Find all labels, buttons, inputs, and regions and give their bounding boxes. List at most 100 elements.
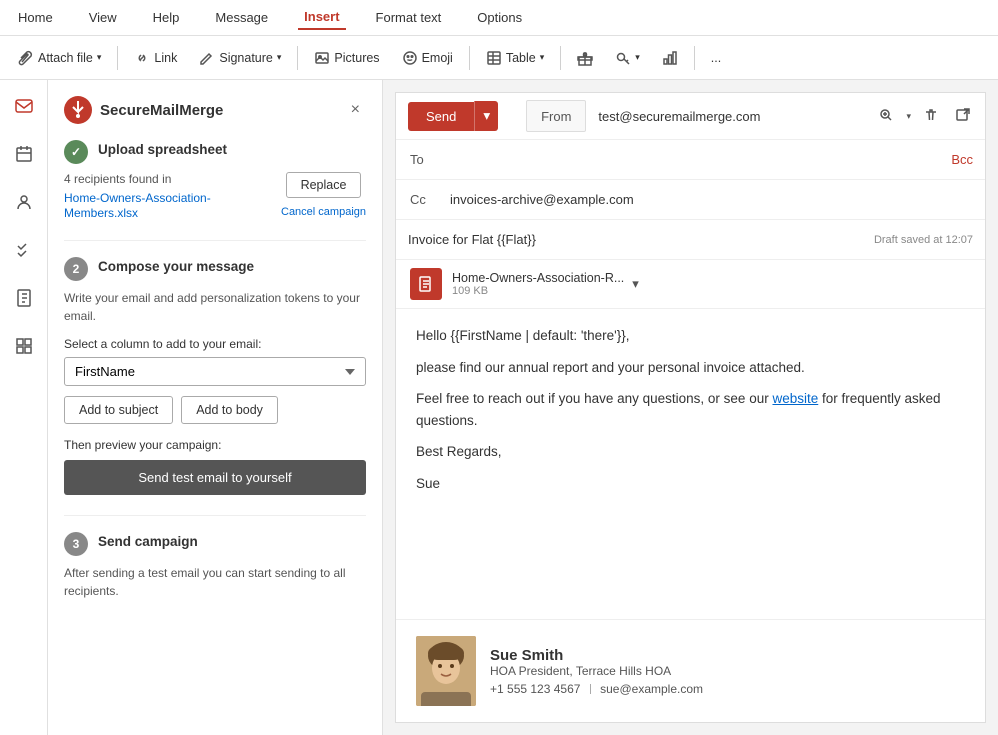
attachment-info: Home-Owners-Association-R... 109 KB [452, 271, 624, 297]
step-1: ✓ Upload spreadsheet 4 recipients found … [64, 140, 366, 220]
delete-button[interactable] [919, 103, 943, 130]
menu-home[interactable]: Home [12, 6, 59, 29]
table-button[interactable]: Table ▾ [478, 45, 552, 71]
signature-button[interactable]: Signature ▾ [191, 45, 289, 71]
cancel-campaign-link[interactable]: Cancel campaign [281, 206, 366, 218]
main-layout: SecureMailMerge × ✓ Upload spreadsheet 4… [0, 80, 998, 735]
cc-value: invoices-archive@example.com [446, 192, 985, 207]
side-icons [0, 80, 48, 735]
sidebar-people-icon[interactable] [8, 186, 40, 218]
menu-insert[interactable]: Insert [298, 5, 345, 30]
preview-label: Then preview your campaign: [64, 438, 366, 452]
bcc-button[interactable]: Bcc [939, 152, 985, 167]
signature-email: sue@example.com [600, 682, 703, 696]
popout-button[interactable] [951, 103, 975, 130]
step-1-subtitle: 4 recipients found in [64, 172, 273, 186]
step-1-title: Upload spreadsheet [98, 142, 227, 157]
attachment-icon [410, 268, 442, 300]
sig-divider [590, 684, 591, 694]
link-label: Link [154, 51, 177, 65]
toolbar: Attach file ▾ Link Signature ▾ Pictures … [0, 36, 998, 80]
replace-button[interactable]: Replace [286, 172, 362, 198]
cc-row: Cc invoices-archive@example.com [396, 180, 985, 220]
body-name: Sue [416, 473, 965, 495]
from-label: From [526, 100, 586, 132]
body-closing: Best Regards, [416, 441, 965, 463]
more-label: ... [711, 51, 721, 65]
attachment-name: Home-Owners-Association-R... [452, 271, 624, 285]
attachment-size: 109 KB [452, 285, 624, 297]
step-3-num: 3 [64, 532, 88, 556]
menu-view[interactable]: View [83, 6, 123, 29]
signature-phone: +1 555 123 4567 [490, 682, 580, 696]
signature-contact: +1 555 123 4567 sue@example.com [490, 682, 703, 696]
attachment-expand-button[interactable]: ▾ [632, 276, 639, 292]
to-label: To [396, 152, 446, 167]
signature-name: Sue Smith [490, 647, 703, 664]
step-1-header: ✓ Upload spreadsheet [64, 140, 366, 164]
add-to-subject-button[interactable]: Add to subject [64, 396, 173, 424]
key-dropdown-icon: ▾ [635, 52, 640, 63]
step-3-title: Send campaign [98, 534, 198, 549]
link-button[interactable]: Link [126, 45, 185, 71]
menu-message[interactable]: Message [209, 6, 274, 29]
menu-help[interactable]: Help [147, 6, 186, 29]
menu-options[interactable]: Options [471, 6, 528, 29]
pictures-label: Pictures [334, 51, 379, 65]
toolbar-divider-3 [469, 46, 470, 70]
select-label: Select a column to add to your email: [64, 337, 366, 351]
menu-format-text[interactable]: Format text [370, 6, 448, 29]
composer-inner: Send ▾ From test@securemailmerge.com ▾ [395, 92, 986, 723]
body-line2-pre: Feel free to reach out if you have any q… [416, 391, 772, 406]
from-email: test@securemailmerge.com [598, 109, 874, 124]
emoji-label: Emoji [422, 51, 453, 65]
body-greeting: Hello {{FirstName | default: 'there'}}, [416, 325, 965, 347]
send-button[interactable]: Send [408, 102, 474, 131]
file-link[interactable]: Home-Owners-Association-Members.xlsx [64, 191, 211, 220]
emoji-button[interactable]: Emoji [394, 45, 461, 71]
signature-photo [416, 636, 476, 706]
key-button[interactable]: ▾ [607, 45, 648, 71]
pictures-button[interactable]: Pictures [306, 45, 387, 71]
email-composer: Send ▾ From test@securemailmerge.com ▾ [383, 80, 998, 735]
close-panel-button[interactable]: × [345, 99, 366, 121]
step-1-left: 4 recipients found in Home-Owners-Associ… [64, 172, 273, 220]
send-from-row: Send ▾ From test@securemailmerge.com ▾ [396, 93, 985, 140]
column-select[interactable]: FirstName LastName Email Flat [64, 357, 366, 386]
step-1-content: 4 recipients found in Home-Owners-Associ… [64, 172, 366, 220]
sidebar-calendar-icon[interactable] [8, 138, 40, 170]
more-button[interactable]: ... [703, 46, 729, 70]
signature-label: Signature [219, 51, 273, 65]
step-3: 3 Send campaign After sending a test ema… [64, 532, 366, 600]
zoom-button[interactable] [874, 103, 898, 130]
attachment-area: Home-Owners-Association-R... 109 KB ▾ [396, 260, 985, 309]
email-signature: Sue Smith HOA President, Terrace Hills H… [396, 619, 985, 722]
table-dropdown-icon: ▾ [540, 52, 545, 63]
gift-button[interactable] [569, 45, 601, 71]
add-to-body-button[interactable]: Add to body [181, 396, 278, 424]
step-3-header: 3 Send campaign [64, 532, 366, 556]
chart-button[interactable] [654, 45, 686, 71]
cc-label: Cc [396, 192, 446, 207]
step-2: 2 Compose your message Write your email … [64, 257, 366, 495]
toolbar-divider-5 [694, 46, 695, 70]
draft-saved-label: Draft saved at 12:07 [874, 234, 985, 246]
email-body: Hello {{FirstName | default: 'there'}}, … [396, 309, 985, 619]
sidebar-tasks-icon[interactable] [8, 234, 40, 266]
action-buttons: Add to subject Add to body [64, 396, 366, 424]
sidebar-apps-icon[interactable] [8, 330, 40, 362]
step-2-num: 2 [64, 257, 88, 281]
sidebar-files-icon[interactable] [8, 282, 40, 314]
step-2-header: 2 Compose your message [64, 257, 366, 281]
toolbar-divider-2 [297, 46, 298, 70]
website-link[interactable]: website [772, 391, 818, 406]
send-dropdown-button[interactable]: ▾ [474, 101, 498, 131]
brand-name-label: SecureMailMerge [100, 102, 223, 119]
sidebar-mail-icon[interactable] [8, 90, 40, 122]
plugin-panel: SecureMailMerge × ✓ Upload spreadsheet 4… [48, 80, 383, 735]
send-test-button[interactable]: Send test email to yourself [64, 460, 366, 495]
table-label: Table [506, 51, 536, 65]
attach-file-button[interactable]: Attach file ▾ [10, 45, 109, 71]
send-dropdown-icon: ▾ [483, 108, 490, 123]
toolbar-divider-1 [117, 46, 118, 70]
